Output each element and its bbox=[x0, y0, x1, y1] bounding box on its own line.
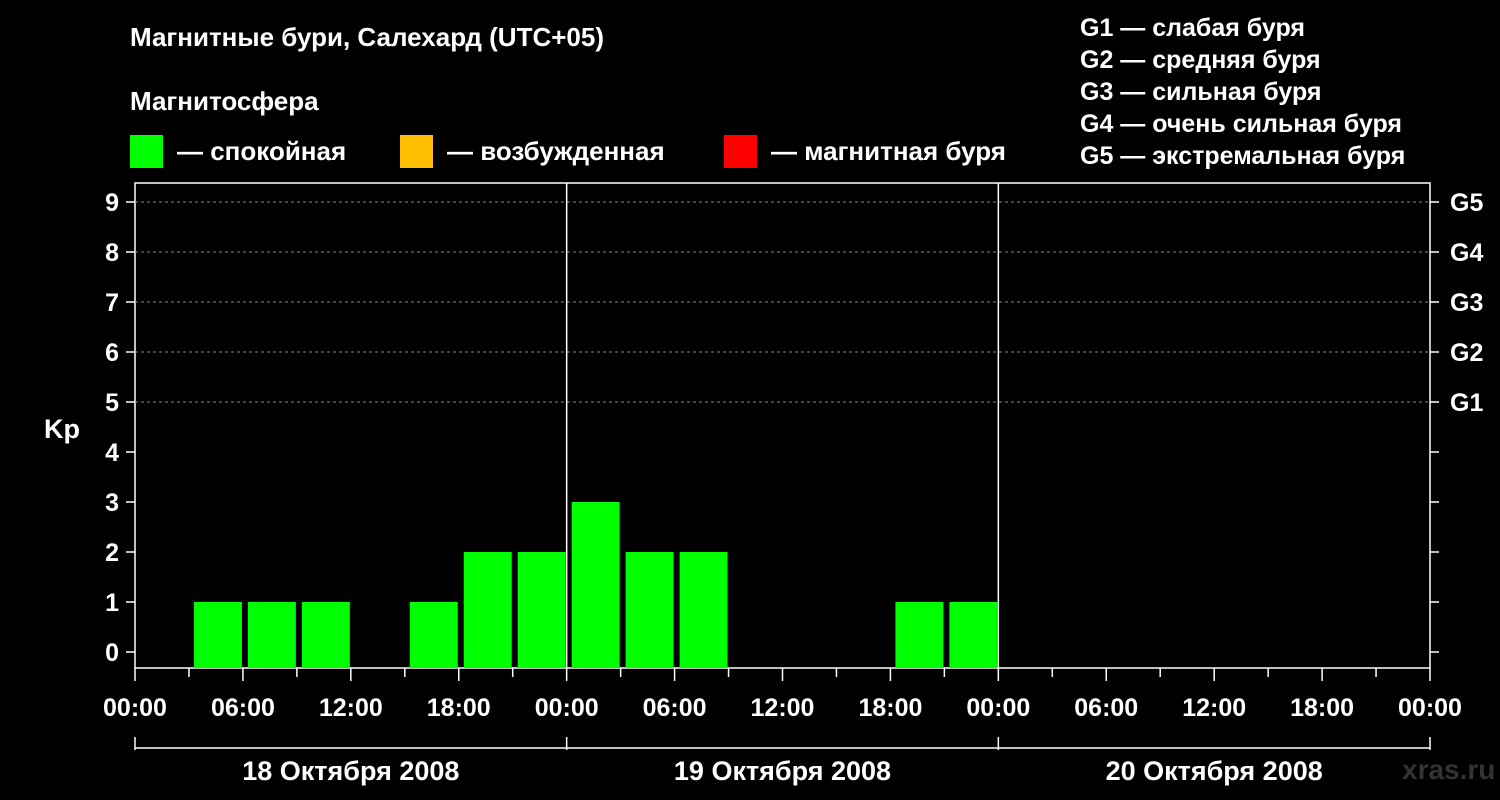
kp-bar bbox=[625, 552, 674, 668]
kp-bar bbox=[301, 602, 350, 668]
kp-bar bbox=[895, 602, 944, 668]
x-tick-label: 18:00 bbox=[1290, 694, 1354, 722]
kp-bar bbox=[193, 602, 242, 668]
x-tick-label: 18:00 bbox=[858, 694, 922, 722]
g-level-label: G5 bbox=[1450, 189, 1483, 217]
kp-bar bbox=[949, 602, 998, 668]
watermark: xras.ru bbox=[1402, 754, 1496, 785]
g-level-label: G3 bbox=[1450, 289, 1483, 317]
x-tick-label: 00:00 bbox=[535, 694, 599, 722]
date-label: 20 Октября 2008 bbox=[1106, 756, 1323, 786]
x-tick-label: 06:00 bbox=[211, 694, 275, 722]
kp-chart: 0 1 2 3 4 5 6 7 8 9 G1 G2 G3 G4 G5 Kp 00:00 06:00 12:00 18:… bbox=[44, 182, 1483, 786]
y-tick-label: 4 bbox=[105, 439, 119, 467]
kp-bar bbox=[571, 502, 620, 668]
kp-bar bbox=[463, 552, 512, 668]
date-label: 19 Октября 2008 bbox=[674, 756, 891, 786]
x-tick-label: 12:00 bbox=[319, 694, 383, 722]
y-tick-label: 6 bbox=[105, 339, 119, 367]
x-tick-label: 12:00 bbox=[751, 694, 815, 722]
g-level-label: G1 bbox=[1450, 389, 1483, 417]
y-tick-label: 5 bbox=[105, 389, 119, 417]
y-tick-label: 7 bbox=[105, 289, 119, 317]
y-tick-label: 3 bbox=[105, 489, 119, 517]
x-tick-label: 06:00 bbox=[1074, 694, 1138, 722]
y-tick-label: 0 bbox=[105, 639, 119, 667]
x-tick-label: 00:00 bbox=[103, 694, 167, 722]
plot-frame bbox=[134, 182, 1431, 669]
y-axis-label: Kp bbox=[44, 414, 80, 444]
kp-bar bbox=[679, 552, 728, 668]
y-tick-label: 9 bbox=[105, 189, 119, 217]
kp-bar bbox=[517, 552, 566, 668]
x-tick-label: 06:00 bbox=[643, 694, 707, 722]
g-level-label: G2 bbox=[1450, 339, 1483, 367]
kp-bar bbox=[409, 602, 458, 668]
x-tick-label: 18:00 bbox=[427, 694, 491, 722]
date-label: 18 Октября 2008 bbox=[242, 756, 459, 786]
kp-bar bbox=[247, 602, 296, 668]
y-tick-label: 2 bbox=[105, 539, 119, 567]
x-tick-label: 12:00 bbox=[1182, 694, 1246, 722]
g-level-label: G4 bbox=[1450, 239, 1483, 267]
x-tick-label: 00:00 bbox=[1398, 694, 1462, 722]
y-tick-label: 1 bbox=[105, 589, 119, 617]
x-tick-label: 00:00 bbox=[966, 694, 1030, 722]
y-tick-label: 8 bbox=[105, 239, 119, 267]
